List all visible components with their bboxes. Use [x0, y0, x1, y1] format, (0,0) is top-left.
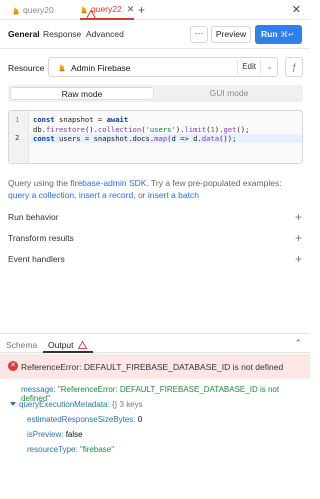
- line-number: 1: [15, 116, 20, 124]
- example-insert-batch-link[interactable]: insert a batch: [148, 190, 199, 200]
- tab-advanced[interactable]: Advanced: [86, 29, 124, 39]
- section-label: Run behavior: [8, 212, 59, 222]
- example-insert-record-link[interactable]: insert a record: [79, 190, 133, 200]
- run-shortcut: ⌘↵: [280, 30, 295, 39]
- tab-query20[interactable]: query20: [12, 0, 54, 20]
- line-number: 2: [15, 134, 20, 142]
- separator: , or: [133, 189, 148, 200]
- section-label: Transform results: [8, 233, 74, 243]
- plus-icon[interactable]: +: [295, 252, 302, 266]
- run-button[interactable]: Run ⌘↵: [255, 25, 302, 44]
- edit-resource-button[interactable]: Edit: [237, 60, 261, 74]
- run-label: Run: [261, 29, 278, 39]
- warning-icon: [86, 10, 96, 19]
- section-transform-results[interactable]: Transform results +: [8, 231, 303, 247]
- code-editor[interactable]: 1 2 const snapshot = await db.firestore(…: [8, 110, 303, 164]
- example-query-collection-link[interactable]: query a collection: [8, 190, 74, 200]
- output-summary: {} 3 keys: [111, 400, 143, 409]
- mode-toggle: Raw mode GUI mode: [8, 85, 303, 102]
- error-banner: ✕ ReferenceError: DEFAULT_FIREBASE_DATAB…: [0, 354, 310, 379]
- resource-select[interactable]: Admin Firebase Edit ⌄: [48, 57, 278, 77]
- section-event-handlers[interactable]: Event handlers +: [8, 252, 303, 268]
- warning-icon: [77, 341, 87, 349]
- firebase-icon: [13, 6, 19, 14]
- sdk-link[interactable]: firebase-admin SDK: [70, 178, 146, 188]
- output-metadata-row[interactable]: queryExecutionMetadata: {} 3 keys: [10, 400, 143, 409]
- plus-icon[interactable]: +: [295, 210, 302, 224]
- query-tab-strip: query20 query22 ✕ + ✕: [0, 0, 310, 20]
- output-value: "firebase": [79, 445, 115, 454]
- output-value: 0: [137, 415, 143, 424]
- output-estimated-size-row: estimatedResponseSizeBytes: 0: [27, 415, 142, 424]
- output-is-preview-row: isPreview: false: [27, 430, 83, 439]
- expand-triangle-icon[interactable]: [10, 402, 16, 406]
- output-key: message:: [21, 385, 56, 394]
- tab-output-label: Output: [48, 340, 74, 350]
- close-panel-icon[interactable]: ✕: [292, 3, 301, 16]
- tab-schema[interactable]: Schema: [6, 340, 37, 350]
- chevron-up-icon[interactable]: ⌃: [294, 338, 302, 349]
- helper-middle: . Try a few pre-populated examples:: [146, 178, 282, 188]
- output-key: estimatedResponseSizeBytes:: [27, 415, 136, 424]
- query-toolbar: General Response Advanced ··· Preview Ru…: [0, 21, 310, 49]
- tab-response[interactable]: Response: [43, 29, 81, 39]
- bottom-panel-tabs: Schema Output ⌃: [0, 333, 310, 353]
- output-value: false: [65, 430, 83, 439]
- output-key: resourceType:: [27, 445, 78, 454]
- code-line-active: const users = snapshot.docs.map(d => d.d…: [30, 134, 302, 143]
- output-resource-type-row: resourceType: "firebase": [27, 445, 114, 454]
- more-options-button[interactable]: ···: [190, 26, 208, 43]
- output-key: queryExecutionMetadata:: [19, 400, 110, 409]
- section-label: Event handlers: [8, 254, 65, 264]
- helper-text: Query using the firebase-admin SDK. Try …: [8, 178, 304, 201]
- error-message: ReferenceError: DEFAULT_FIREBASE_DATABAS…: [21, 362, 284, 372]
- active-tab-indicator: [43, 351, 93, 353]
- line-gutter: 1 2: [9, 111, 29, 163]
- close-icon[interactable]: ✕: [127, 4, 135, 15]
- fx-toggle-button[interactable]: ƒ: [285, 57, 303, 77]
- gui-mode-button[interactable]: GUI mode: [157, 87, 301, 100]
- code-line: db.firestore().collection('users').limit…: [33, 125, 250, 134]
- resource-label: Resource: [8, 63, 45, 73]
- plus-icon[interactable]: +: [295, 231, 302, 245]
- preview-button[interactable]: Preview: [211, 26, 251, 43]
- section-run-behavior[interactable]: Run behavior +: [8, 210, 303, 226]
- resource-name: Admin Firebase: [71, 63, 131, 73]
- tab-label: query20: [23, 5, 54, 15]
- error-icon: ✕: [8, 361, 18, 371]
- code-line: const snapshot = await: [33, 115, 129, 124]
- chevron-down-icon[interactable]: ⌄: [266, 62, 273, 71]
- output-key: isPreview:: [27, 430, 64, 439]
- tab-query22[interactable]: query22 ✕: [80, 0, 135, 20]
- helper-prefix: Query using the: [8, 178, 71, 188]
- firebase-icon: [59, 63, 65, 72]
- tab-output[interactable]: Output: [48, 340, 87, 350]
- raw-mode-button[interactable]: Raw mode: [10, 87, 154, 100]
- tab-general[interactable]: General: [8, 29, 40, 39]
- add-tab-icon[interactable]: +: [138, 3, 145, 17]
